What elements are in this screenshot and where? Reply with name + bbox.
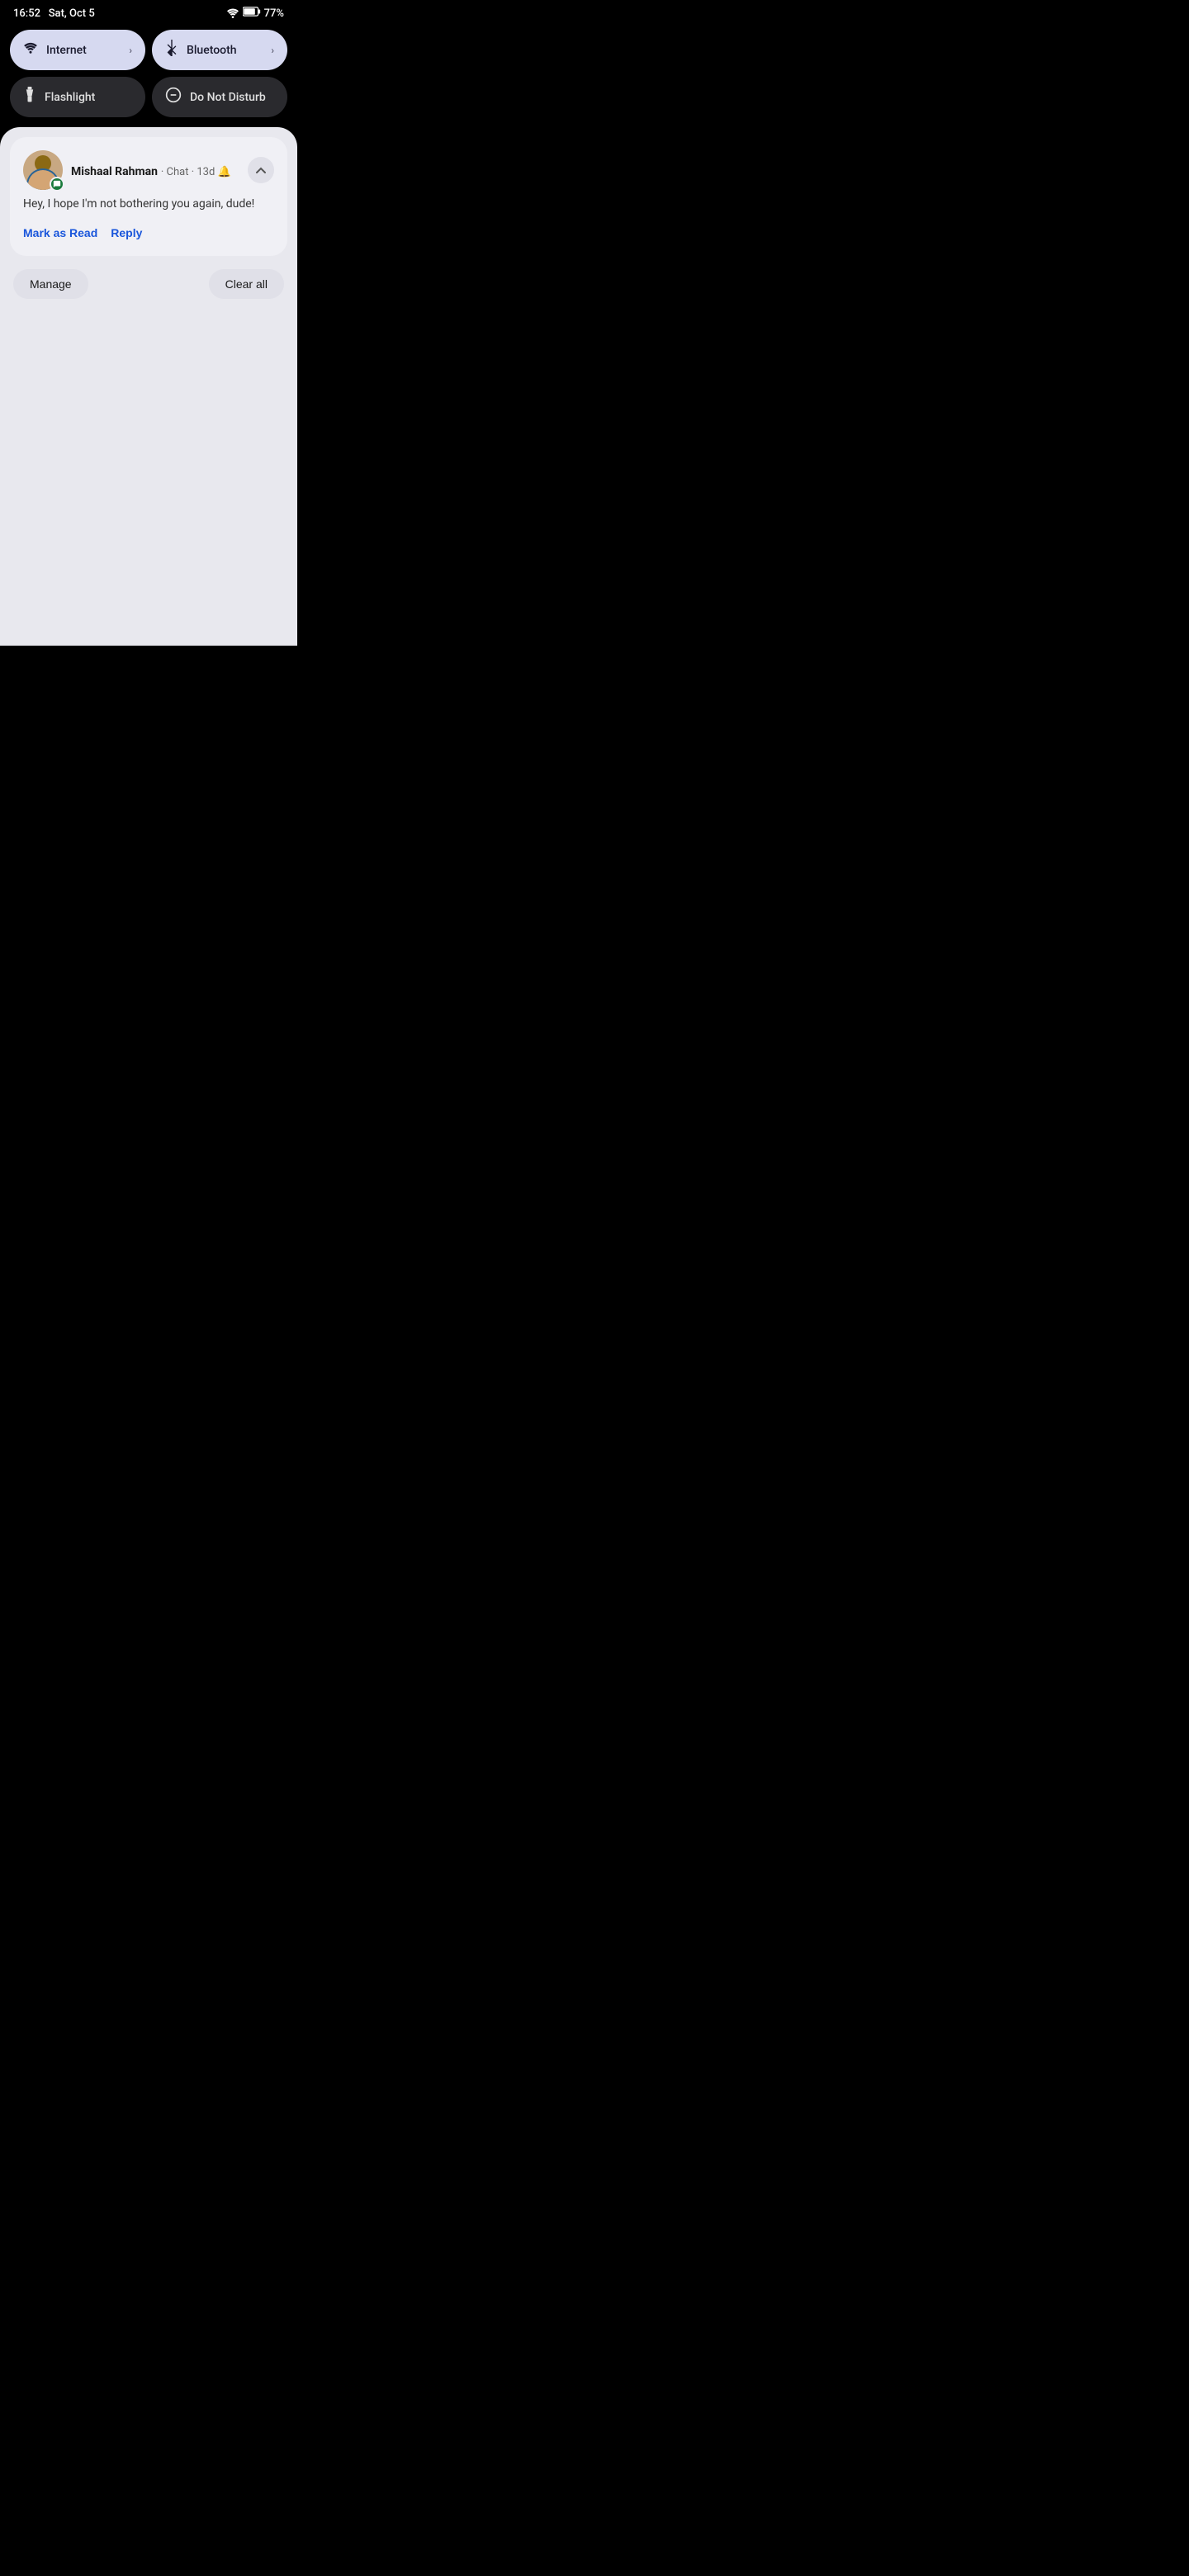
notification-controls: Manage Clear all [10, 263, 287, 305]
status-time: 16:52 [13, 7, 40, 20]
internet-label: Internet [46, 44, 121, 57]
notification-panel: Mishaal Rahman · Chat · 13d 🔔 Hey, I hop… [0, 127, 297, 646]
wifi-icon [226, 7, 239, 19]
bell-icon: 🔔 [218, 166, 231, 178]
notification-app-info: · Chat · 13d 🔔 [161, 166, 231, 178]
bluetooth-label: Bluetooth [187, 44, 263, 57]
status-date: Sat, Oct 5 [49, 7, 95, 20]
flashlight-tile[interactable]: Flashlight [10, 77, 145, 117]
notification-sender: Mishaal Rahman [71, 165, 158, 178]
notification-header: Mishaal Rahman · Chat · 13d 🔔 [23, 150, 274, 190]
bluetooth-chevron: › [271, 45, 274, 56]
avatar-container [23, 150, 63, 190]
home-indicator[interactable] [553, 2566, 636, 2569]
quick-settings-panel: Internet › Bluetooth › Flashlight [0, 23, 297, 127]
internet-icon [23, 40, 38, 59]
manage-button[interactable]: Manage [13, 269, 88, 299]
flashlight-label: Flashlight [45, 91, 132, 104]
do-not-disturb-tile[interactable]: Do Not Disturb [152, 77, 287, 117]
battery-icon [243, 7, 261, 20]
status-icons: 77% [226, 7, 284, 20]
collapse-button[interactable] [248, 157, 274, 183]
notification-message: Hey, I hope I'm not bothering you again,… [23, 197, 274, 213]
clear-all-button[interactable]: Clear all [209, 269, 284, 299]
internet-tile[interactable]: Internet › [10, 30, 145, 70]
bluetooth-tile[interactable]: Bluetooth › [152, 30, 287, 70]
chat-app-badge [50, 177, 64, 192]
do-not-disturb-label: Do Not Disturb [190, 91, 274, 104]
do-not-disturb-icon [165, 87, 182, 107]
status-time-date: 16:52 Sat, Oct 5 [13, 7, 95, 20]
battery-percentage: 77% [264, 7, 284, 20]
mark-as-read-button[interactable]: Mark as Read [23, 223, 97, 243]
reply-button[interactable]: Reply [111, 223, 142, 243]
notification-sender-line: Mishaal Rahman · Chat · 13d 🔔 [71, 163, 239, 178]
status-bar: 16:52 Sat, Oct 5 77% [0, 0, 297, 23]
notification-card: Mishaal Rahman · Chat · 13d 🔔 Hey, I hop… [10, 137, 287, 256]
notification-meta: Mishaal Rahman · Chat · 13d 🔔 [71, 163, 239, 178]
bluetooth-icon [165, 40, 178, 60]
internet-chevron: › [129, 45, 132, 56]
notification-actions: Mark as Read Reply [23, 223, 274, 243]
empty-area [10, 305, 287, 636]
flashlight-icon [23, 87, 36, 107]
